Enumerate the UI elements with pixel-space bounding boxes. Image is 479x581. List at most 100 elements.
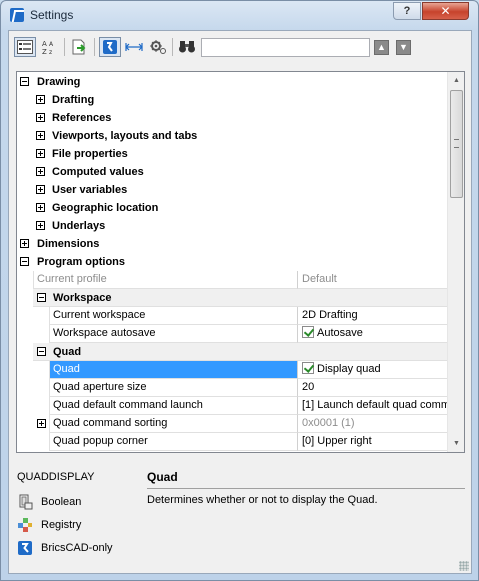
tree-item-drafting[interactable]: Drafting — [17, 91, 447, 109]
group-label: File properties — [52, 148, 128, 160]
expand-icon[interactable] — [36, 149, 45, 158]
property-name: Quad — [49, 361, 297, 379]
registry-icon — [17, 517, 33, 533]
property-value[interactable]: Display quad — [297, 361, 447, 379]
collapse-icon[interactable] — [20, 257, 29, 266]
expand-icon[interactable] — [36, 131, 45, 140]
svg-text:Z: Z — [42, 48, 47, 55]
group-label: Program options — [37, 256, 126, 268]
property-name: Quad aperture size — [49, 379, 297, 397]
alphabetic-sort-icon[interactable]: AZAz — [38, 37, 60, 57]
checkbox-label: Autosave — [317, 327, 363, 339]
toolbar: AZAz ▲ ▼ — [9, 31, 471, 63]
bricscad-app-icon — [10, 8, 24, 22]
property-value[interactable]: Autosave — [297, 325, 447, 343]
expand-icon[interactable] — [36, 185, 45, 194]
expand-icon[interactable] — [36, 221, 45, 230]
property-row-quad-popup-corner[interactable]: Quad popup corner [0] Upper right — [17, 433, 447, 451]
expand-icon[interactable] — [36, 167, 45, 176]
collapse-icon[interactable] — [37, 347, 46, 356]
property-name: Workspace autosave — [49, 325, 297, 343]
group-label: Dimensions — [37, 238, 100, 250]
property-value[interactable]: 20 — [297, 379, 447, 397]
property-name: Current workspace — [49, 307, 297, 325]
tree-item-computed-values[interactable]: Computed values — [17, 163, 447, 181]
group-label: Underlays — [52, 220, 106, 232]
divider — [147, 488, 465, 489]
find-next-button[interactable]: ▼ — [396, 40, 411, 55]
property-row-quad-aperture-size[interactable]: Quad aperture size 20 — [17, 379, 447, 397]
categorized-icon[interactable] — [14, 37, 36, 57]
search-input[interactable] — [201, 38, 370, 57]
svg-text:z: z — [49, 49, 52, 55]
property-row-quad-default-command-launch[interactable]: Quad default command launch [1] Launch d… — [17, 397, 447, 415]
category-label: Workspace — [53, 292, 112, 304]
title-bar[interactable]: Settings ? ✕ — [1, 1, 478, 29]
group-label: Computed values — [52, 166, 144, 178]
checkbox-icon[interactable] — [302, 326, 314, 338]
property-value[interactable]: 2D Drafting — [297, 307, 447, 325]
property-name: Quad default command launch — [49, 397, 297, 415]
settings-window: Settings ? ✕ AZAz ▲ ▼ Drawing Drafting R… — [0, 0, 479, 581]
property-value[interactable]: [1] Launch default quad comm — [297, 397, 447, 415]
group-label: Geographic location — [52, 202, 159, 214]
scroll-thumb[interactable] — [450, 90, 463, 198]
expand-icon[interactable] — [20, 239, 29, 248]
settings-filter-icon[interactable] — [147, 37, 169, 57]
scroll-up-icon[interactable]: ▲ — [448, 72, 464, 89]
property-value[interactable]: [0] Upper right — [297, 433, 447, 451]
property-value: Default — [297, 271, 447, 289]
export-icon[interactable] — [68, 37, 90, 57]
resize-grip[interactable] — [459, 561, 469, 571]
scroll-down-icon[interactable]: ▼ — [448, 435, 464, 452]
info-description: Determines whether or not to display the… — [147, 494, 378, 506]
find-previous-button[interactable]: ▲ — [374, 40, 389, 55]
expand-icon[interactable] — [36, 203, 45, 212]
tree-group-drawing[interactable]: Drawing — [17, 73, 447, 91]
boolean-icon — [17, 494, 33, 510]
group-label: Drawing — [37, 76, 81, 88]
property-row-quad-command-sorting[interactable]: Quad command sorting 0x0001 (1) — [17, 415, 447, 433]
info-title: Quad — [147, 470, 178, 484]
help-button[interactable]: ? — [393, 2, 421, 20]
checkbox-icon[interactable] — [302, 362, 314, 374]
bricscad-icon — [17, 540, 33, 556]
info-panel: QUADDISPLAY Quad Determines whether or n… — [9, 461, 471, 573]
expand-icon[interactable] — [36, 95, 45, 104]
property-row-workspace-autosave[interactable]: Workspace autosave Autosave — [17, 325, 447, 343]
tree-item-file-properties[interactable]: File properties — [17, 145, 447, 163]
checkbox-label: Display quad — [317, 363, 381, 375]
vertical-scrollbar[interactable]: ▲ ▼ — [447, 72, 464, 452]
window-title: Settings — [30, 8, 74, 22]
tree-group-program-options[interactable]: Program options — [17, 253, 447, 271]
group-label: User variables — [52, 184, 128, 196]
category-quad[interactable]: Quad — [33, 343, 447, 361]
property-row-current-workspace[interactable]: Current workspace 2D Drafting — [17, 307, 447, 325]
bricscad-filter-icon[interactable] — [99, 37, 121, 57]
expand-icon[interactable] — [37, 419, 46, 428]
tree-item-references[interactable]: References — [17, 109, 447, 127]
tree-item-underlays[interactable]: Underlays — [17, 217, 447, 235]
svg-text:A: A — [42, 40, 47, 48]
binoculars-icon[interactable] — [176, 37, 198, 57]
expand-icon[interactable] — [36, 113, 45, 122]
tree-item-viewports[interactable]: Viewports, layouts and tabs — [17, 127, 447, 145]
category-label: Quad — [53, 346, 82, 358]
tree-item-geographic-location[interactable]: Geographic location — [17, 199, 447, 217]
property-row-current-profile[interactable]: Current profile Default — [17, 271, 447, 289]
width-icon[interactable] — [123, 37, 145, 57]
property-value[interactable]: 0x0001 (1) — [297, 415, 447, 433]
collapse-icon[interactable] — [20, 77, 29, 86]
category-workspace[interactable]: Workspace — [33, 289, 447, 307]
variable-name: QUADDISPLAY — [17, 471, 95, 483]
dialog-client: AZAz ▲ ▼ Drawing Drafting References Vie… — [8, 30, 472, 574]
group-label: References — [52, 112, 112, 124]
tree-item-user-variables[interactable]: User variables — [17, 181, 447, 199]
property-name: Quad popup corner — [49, 433, 297, 451]
collapse-icon[interactable] — [37, 293, 46, 302]
property-row-quad[interactable]: Quad Display quad — [17, 361, 447, 379]
tree-group-dimensions[interactable]: Dimensions — [17, 235, 447, 253]
settings-tree: Drawing Drafting References Viewports, l… — [16, 71, 465, 453]
close-button[interactable]: ✕ — [422, 2, 469, 20]
property-name: Current profile — [33, 271, 297, 289]
